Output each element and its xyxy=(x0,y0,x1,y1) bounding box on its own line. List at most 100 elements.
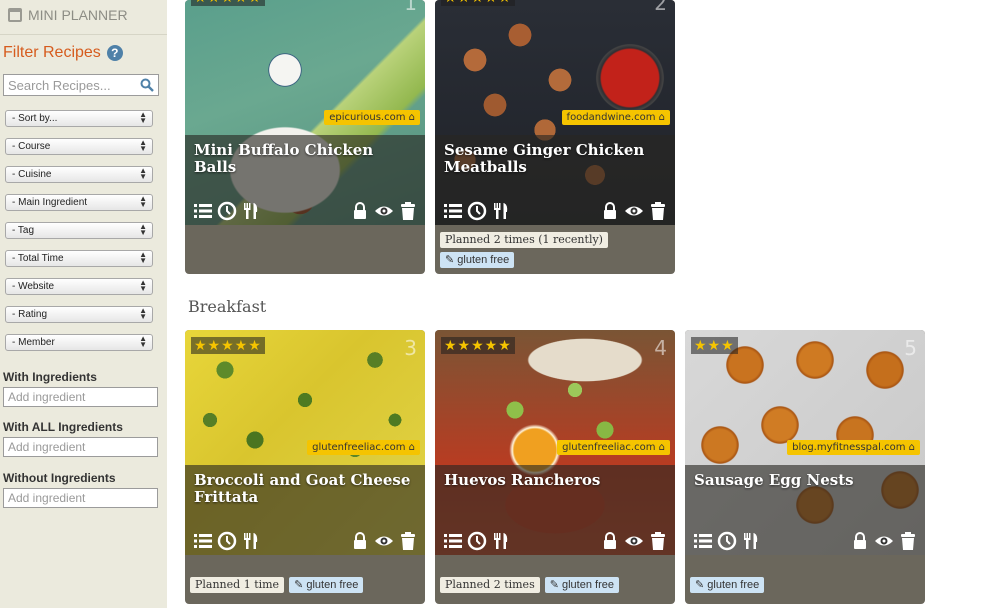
sort-select[interactable]: - Sort by... ▲ ▼ xyxy=(5,110,153,127)
card-actions-left xyxy=(693,531,761,551)
lock-icon[interactable] xyxy=(350,531,370,551)
eye-icon[interactable] xyxy=(374,531,394,551)
list-icon[interactable] xyxy=(693,531,713,551)
rating-select[interactable]: - Rating ▲ ▼ xyxy=(5,306,153,323)
source-label: epicurious.com xyxy=(329,112,406,123)
list-icon[interactable] xyxy=(443,201,463,221)
lock-icon[interactable] xyxy=(350,201,370,221)
rating-stars: ★★★ xyxy=(691,337,738,354)
trash-icon[interactable] xyxy=(398,531,418,551)
source-label: blog.myfitnesspal.com xyxy=(792,442,906,453)
course-select[interactable]: - Course ▲ ▼ xyxy=(5,138,153,155)
rating-stars: ★★★★★ xyxy=(441,337,515,354)
source-label: glutenfreeliac.com xyxy=(312,442,406,453)
without-ingredients-input[interactable] xyxy=(3,488,158,508)
select-arrows-icon: ▲ ▼ xyxy=(139,166,147,181)
recipe-card[interactable]: ★★★★★ 3 glutenfreeliac.com ⌂ Broccoli an… xyxy=(185,330,425,604)
list-icon[interactable] xyxy=(193,531,213,551)
clock-icon[interactable] xyxy=(467,201,487,221)
tag-select[interactable]: - Tag ▲ ▼ xyxy=(5,222,153,239)
tag-badge[interactable]: ✎ gluten free xyxy=(440,252,515,268)
home-icon: ⌂ xyxy=(908,442,915,453)
recipe-title[interactable]: Huevos Rancheros xyxy=(444,472,669,489)
card-tags: ✎ gluten free xyxy=(690,577,922,593)
utensils-icon[interactable] xyxy=(241,201,261,221)
select-arrows-icon: ▲ ▼ xyxy=(139,306,147,321)
clock-icon[interactable] xyxy=(217,201,237,221)
search-box xyxy=(3,74,159,96)
clock-icon[interactable] xyxy=(217,531,237,551)
source-badge[interactable]: glutenfreeliac.com ⌂ xyxy=(307,440,420,455)
planned-badge[interactable]: Planned 2 times xyxy=(440,577,540,593)
without-ingredients-label: Without Ingredients xyxy=(3,471,116,485)
main-ingredient-select[interactable]: - Main Ingredient ▲ ▼ xyxy=(5,194,153,211)
sort-select-value: - Sort by... xyxy=(12,113,58,124)
card-number: 5 xyxy=(904,336,917,360)
source-badge[interactable]: glutenfreeliac.com ⌂ xyxy=(557,440,670,455)
card-tags: Planned 2 times (1 recently) ✎ gluten fr… xyxy=(440,232,672,268)
card-number: 1 xyxy=(404,0,417,15)
eye-icon[interactable] xyxy=(874,531,894,551)
total-time-select[interactable]: - Total Time ▲ ▼ xyxy=(5,250,153,267)
home-icon: ⌂ xyxy=(658,442,665,453)
utensils-icon[interactable] xyxy=(491,531,511,551)
with-ingredients-input[interactable] xyxy=(3,387,158,407)
utensils-icon[interactable] xyxy=(491,201,511,221)
recipe-title[interactable]: Broccoli and Goat Cheese Frittata xyxy=(194,472,419,506)
eye-icon[interactable] xyxy=(374,201,394,221)
help-icon[interactable]: ? xyxy=(106,45,123,61)
source-badge[interactable]: blog.myfitnesspal.com ⌂ xyxy=(787,440,920,455)
recipe-title[interactable]: Sausage Egg Nests xyxy=(694,472,919,489)
select-arrows-icon: ▲ ▼ xyxy=(139,110,147,125)
card-number: 4 xyxy=(654,336,667,360)
list-icon[interactable] xyxy=(443,531,463,551)
sidebar-divider xyxy=(0,34,167,35)
list-icon[interactable] xyxy=(193,201,213,221)
home-icon: ⌂ xyxy=(658,112,665,123)
eye-icon[interactable] xyxy=(624,201,644,221)
clock-icon[interactable] xyxy=(717,531,737,551)
recipe-card[interactable]: ★★★★★ 1 epicurious.com ⌂ Mini Buffalo Ch… xyxy=(185,0,425,274)
select-arrows-icon: ▲ ▼ xyxy=(139,278,147,293)
card-actions-right xyxy=(850,531,918,551)
trash-icon[interactable] xyxy=(648,531,668,551)
tag-label: gluten free xyxy=(306,579,359,591)
recipe-card[interactable]: ★★★★★ 2 foodandwine.com ⌂ Sesame Ginger … xyxy=(435,0,675,274)
tag-badge[interactable]: ✎ gluten free xyxy=(690,577,765,593)
search-icon[interactable] xyxy=(140,78,154,92)
home-icon: ⌂ xyxy=(408,442,415,453)
lock-icon[interactable] xyxy=(850,531,870,551)
member-select[interactable]: - Member ▲ ▼ xyxy=(5,334,153,351)
lock-icon[interactable] xyxy=(600,201,620,221)
trash-icon[interactable] xyxy=(898,531,918,551)
utensils-icon[interactable] xyxy=(241,531,261,551)
card-tags: Planned 2 times ✎ gluten free xyxy=(440,577,672,593)
source-badge[interactable]: foodandwine.com ⌂ xyxy=(561,110,670,125)
with-all-ingredients-input[interactable] xyxy=(3,437,158,457)
lock-icon[interactable] xyxy=(600,531,620,551)
tag-badge[interactable]: ✎ gluten free xyxy=(544,577,619,593)
recipe-card[interactable]: ★★★ 5 blog.myfitnesspal.com ⌂ Sausage Eg… xyxy=(685,330,925,604)
trash-icon[interactable] xyxy=(648,201,668,221)
trash-icon[interactable] xyxy=(398,201,418,221)
search-input[interactable] xyxy=(4,77,134,93)
recipe-title[interactable]: Mini Buffalo Chicken Balls xyxy=(194,142,419,176)
mini-planner-link[interactable]: MINI PLANNER xyxy=(8,4,128,26)
tag-label: gluten free xyxy=(457,254,510,266)
source-badge[interactable]: epicurious.com ⌂ xyxy=(324,110,420,125)
cuisine-select[interactable]: - Cuisine ▲ ▼ xyxy=(5,166,153,183)
tag-badge[interactable]: ✎ gluten free xyxy=(289,577,364,593)
website-select[interactable]: - Website ▲ ▼ xyxy=(5,278,153,295)
with-ingredients-label: With Ingredients xyxy=(3,370,97,384)
recipe-card[interactable]: ★★★★★ 4 glutenfreeliac.com ⌂ Huevos Ranc… xyxy=(435,330,675,604)
utensils-icon[interactable] xyxy=(741,531,761,551)
planned-badge[interactable]: Planned 1 time xyxy=(190,577,285,593)
tag-icon: ✎ xyxy=(294,579,304,591)
select-arrows-icon: ▲ ▼ xyxy=(139,334,147,349)
clock-icon[interactable] xyxy=(467,531,487,551)
course-select-value: - Course xyxy=(12,141,51,152)
tag-icon: ✎ xyxy=(695,579,705,591)
recipe-title[interactable]: Sesame Ginger Chicken Meatballs xyxy=(444,142,669,176)
eye-icon[interactable] xyxy=(624,531,644,551)
planned-badge[interactable]: Planned 2 times (1 recently) xyxy=(440,232,608,248)
